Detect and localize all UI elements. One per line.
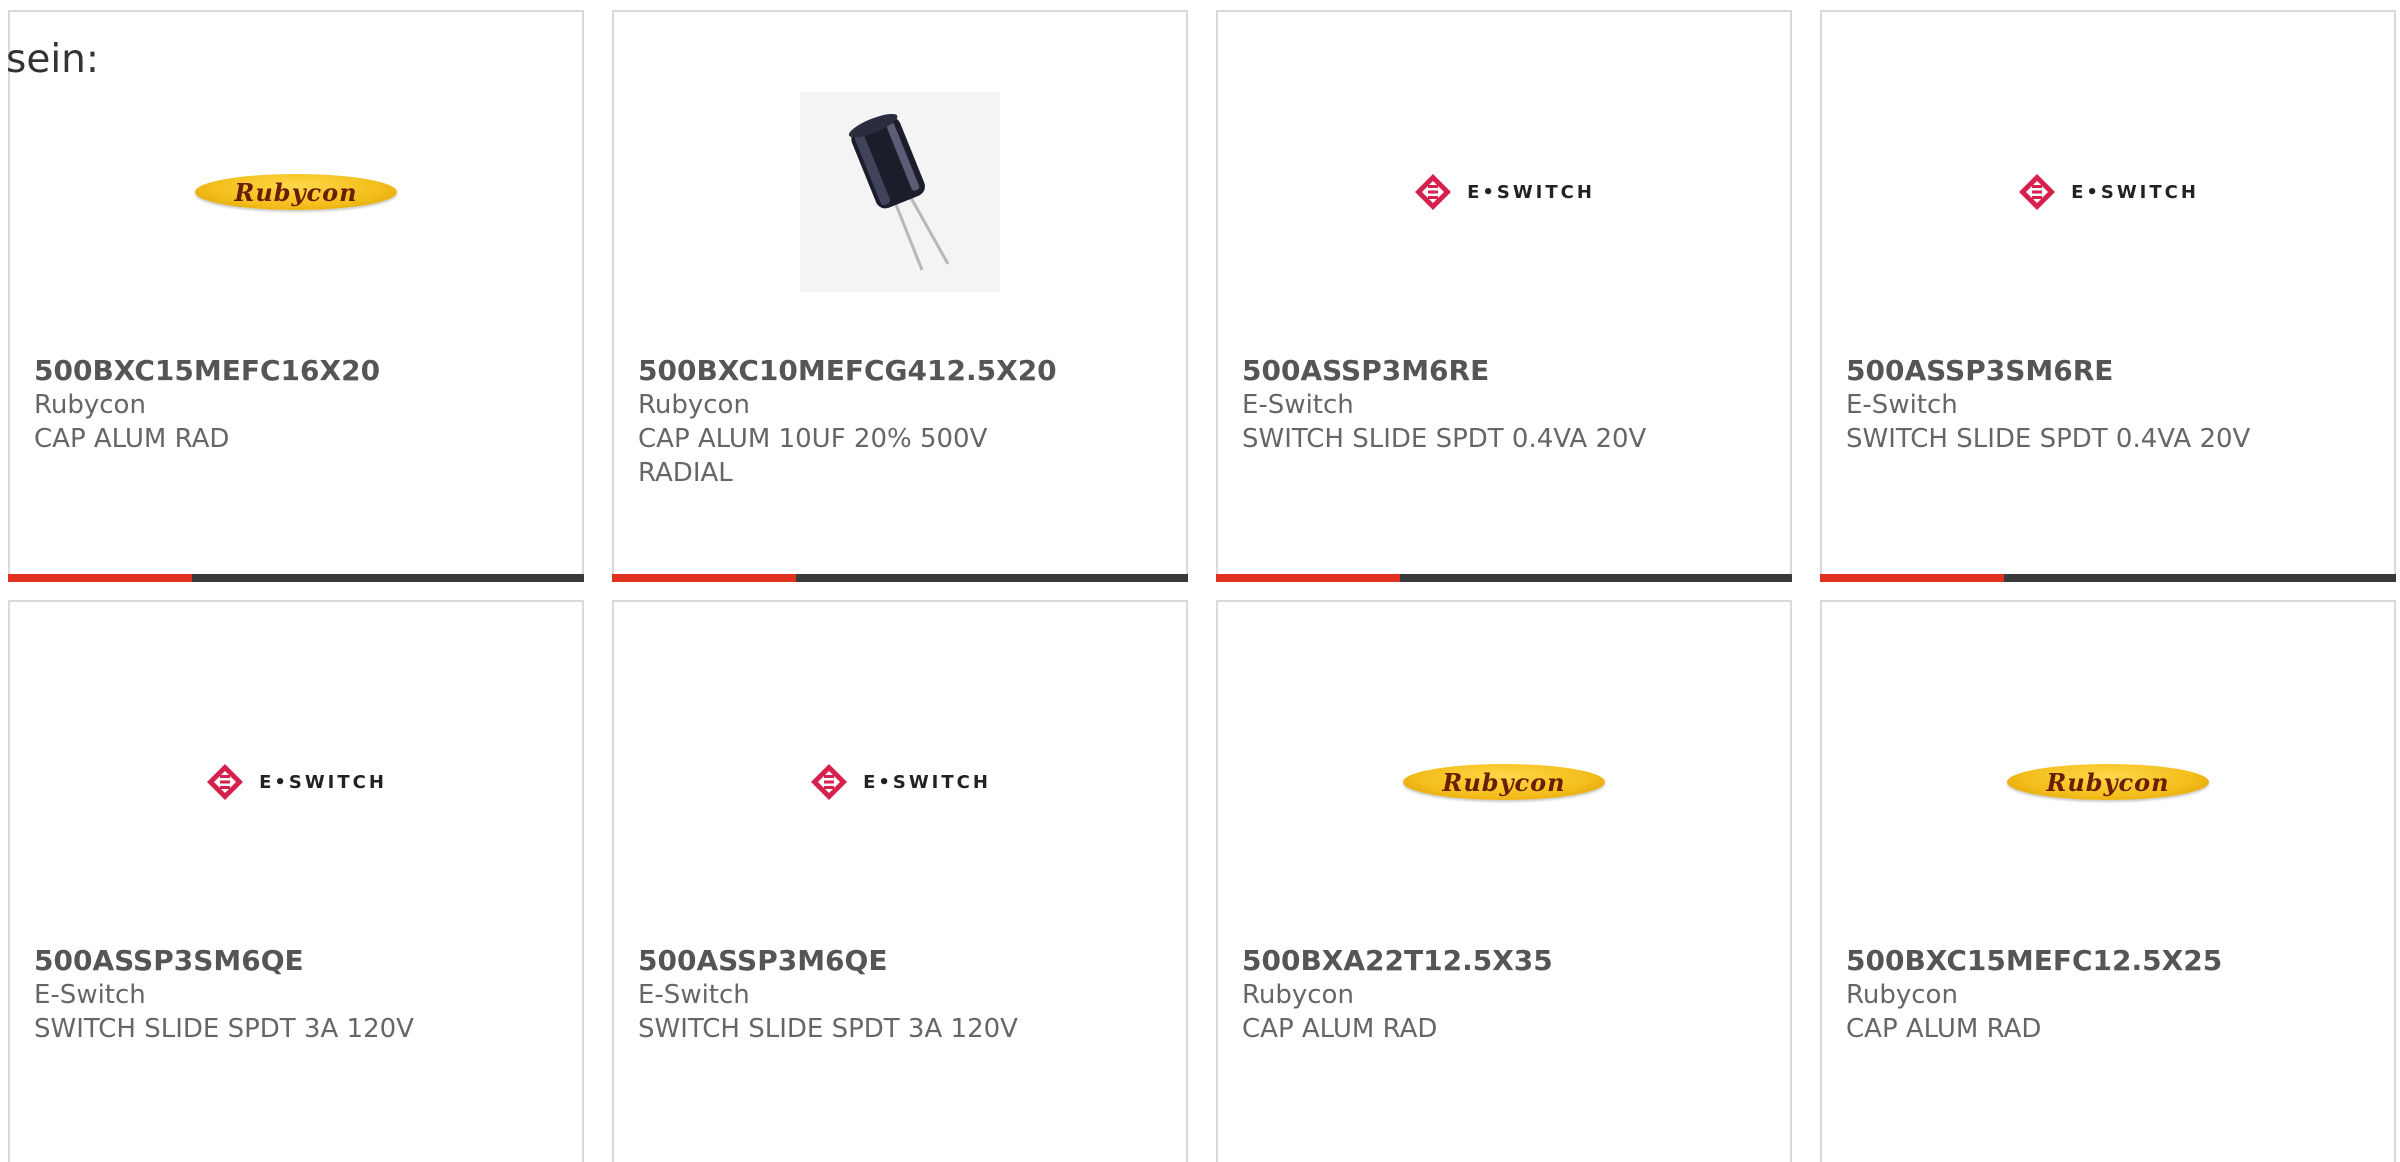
eswitch-logo: E•SWITCH <box>1413 172 1595 212</box>
manufacturer-label: Rubycon <box>1242 980 1354 1010</box>
product-card[interactable]: Rubycon 500BXA22T12.5X35 Rubycon CAP ALU… <box>1216 600 1792 1162</box>
part-number-link[interactable]: 500BXC15MEFC12.5X25 <box>1846 944 2374 978</box>
manufacturer-label: Rubycon <box>1846 980 1958 1010</box>
manufacturer-label: Rubycon <box>34 390 146 420</box>
part-number-link[interactable]: 500ASSP3SM6RE <box>1846 354 2374 388</box>
manufacturer-label: E-Switch <box>1242 390 1354 420</box>
product-grid-page: sein: Rubycon 500BXC15MEFC16X20 Rubycon … <box>0 0 2400 1162</box>
eswitch-emblem-icon <box>2019 174 2056 210</box>
rubycon-logo: Rubycon <box>2007 764 2209 800</box>
product-card[interactable]: E•SWITCH 500ASSP3SM6QE E-Switch SWITCH S… <box>8 600 584 1162</box>
product-card[interactable]: Rubycon 500BXC15MEFC12.5X25 Rubycon CAP … <box>1820 600 2396 1162</box>
description-label: SWITCH SLIDE SPDT 0.4VA 20V <box>1846 424 2251 454</box>
progress-bar <box>8 574 584 582</box>
progress-bar <box>612 574 1188 582</box>
rubycon-logo: Rubycon <box>1403 764 1605 800</box>
capacitor-photo <box>800 92 1000 292</box>
eswitch-logo: E•SWITCH <box>809 762 991 802</box>
progress-bar <box>1216 574 1792 582</box>
product-image[interactable]: Rubycon <box>10 72 582 312</box>
product-image[interactable]: E•SWITCH <box>1822 72 2394 312</box>
eswitch-logo: E•SWITCH <box>2017 172 2199 212</box>
intro-text: sein: <box>6 37 100 82</box>
rubycon-logo: Rubycon <box>195 174 397 210</box>
product-card[interactable]: 500BXC10MEFCG412.5X20 Rubycon CAP ALUM 1… <box>612 10 1188 582</box>
product-card[interactable]: Rubycon 500BXC15MEFC16X20 Rubycon CAP AL… <box>8 10 584 582</box>
eswitch-emblem-icon <box>207 764 244 800</box>
part-number-link[interactable]: 500ASSP3M6QE <box>638 944 1166 978</box>
product-image[interactable]: E•SWITCH <box>1218 72 1790 312</box>
product-card[interactable]: E•SWITCH 500ASSP3M6QE E-Switch SWITCH SL… <box>612 600 1188 1162</box>
part-number-link[interactable]: 500BXC15MEFC16X20 <box>34 354 562 388</box>
part-number-link[interactable]: 500ASSP3SM6QE <box>34 944 562 978</box>
eswitch-emblem-icon <box>1415 174 1452 210</box>
description-label: CAP ALUM RAD <box>34 424 230 454</box>
description-label: SWITCH SLIDE SPDT 3A 120V <box>638 1014 1018 1044</box>
part-number-link[interactable]: 500BXA22T12.5X35 <box>1242 944 1770 978</box>
product-card[interactable]: E•SWITCH 500ASSP3SM6RE E-Switch SWITCH S… <box>1820 10 2396 582</box>
manufacturer-label: E-Switch <box>638 980 750 1010</box>
part-number-link[interactable]: 500BXC10MEFCG412.5X20 <box>638 354 1166 388</box>
manufacturer-label: E-Switch <box>1846 390 1958 420</box>
product-image[interactable] <box>614 72 1186 312</box>
product-image[interactable]: E•SWITCH <box>10 662 582 902</box>
manufacturer-label: E-Switch <box>34 980 146 1010</box>
description-label: SWITCH SLIDE SPDT 0.4VA 20V <box>1242 424 1647 454</box>
product-image[interactable]: E•SWITCH <box>614 662 1186 902</box>
description-label: CAP ALUM RAD <box>1846 1014 2042 1044</box>
progress-bar <box>1820 574 2396 582</box>
product-image[interactable]: Rubycon <box>1822 662 2394 902</box>
manufacturer-label: Rubycon <box>638 390 750 420</box>
eswitch-emblem-icon <box>811 764 848 800</box>
eswitch-logo: E•SWITCH <box>205 762 387 802</box>
description-label: SWITCH SLIDE SPDT 3A 120V <box>34 1014 414 1044</box>
product-card[interactable]: E•SWITCH 500ASSP3M6RE E-Switch SWITCH SL… <box>1216 10 1792 582</box>
part-number-link[interactable]: 500ASSP3M6RE <box>1242 354 1770 388</box>
description-label: CAP ALUM RAD <box>1242 1014 1438 1044</box>
product-image[interactable]: Rubycon <box>1218 662 1790 902</box>
description-label: CAP ALUM 10UF 20% 500V RADIAL <box>638 424 988 488</box>
